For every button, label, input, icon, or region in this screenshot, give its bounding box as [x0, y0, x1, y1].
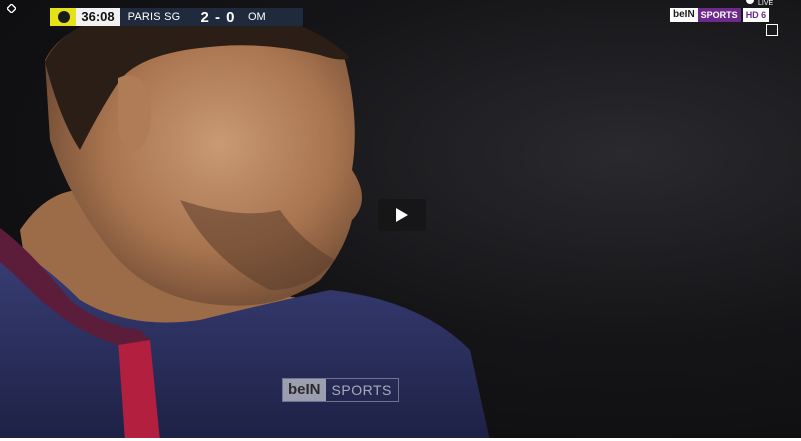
channel-hd: HD 6	[742, 8, 770, 22]
league-logo-icon	[50, 8, 76, 26]
play-icon	[396, 208, 408, 222]
bein-watermark: beIN SPORTS	[282, 378, 399, 402]
watermark-bein: beIN	[283, 379, 326, 401]
watermark-sports: SPORTS	[331, 382, 392, 398]
channel-sports: SPORTS	[697, 8, 741, 22]
live-label: LIVE	[758, 0, 774, 7]
channel-logo: beIN SPORTS HD 6	[670, 8, 770, 22]
match-time: 36:08	[76, 8, 120, 26]
score: 2 - 0	[200, 8, 236, 26]
channel-bein: beIN	[670, 8, 698, 22]
square-icon[interactable]	[766, 24, 778, 36]
diamond-icon[interactable]	[7, 4, 16, 13]
video-player[interactable]: 36:08 PARIS SG 2 - 0 OM LIVE beIN SPORTS…	[0, 0, 801, 441]
play-button[interactable]	[378, 199, 426, 231]
away-team: OM	[248, 11, 266, 23]
home-team: PARIS SG	[127, 11, 181, 23]
scorebug: 36:08 PARIS SG 2 - 0 OM	[50, 8, 303, 26]
